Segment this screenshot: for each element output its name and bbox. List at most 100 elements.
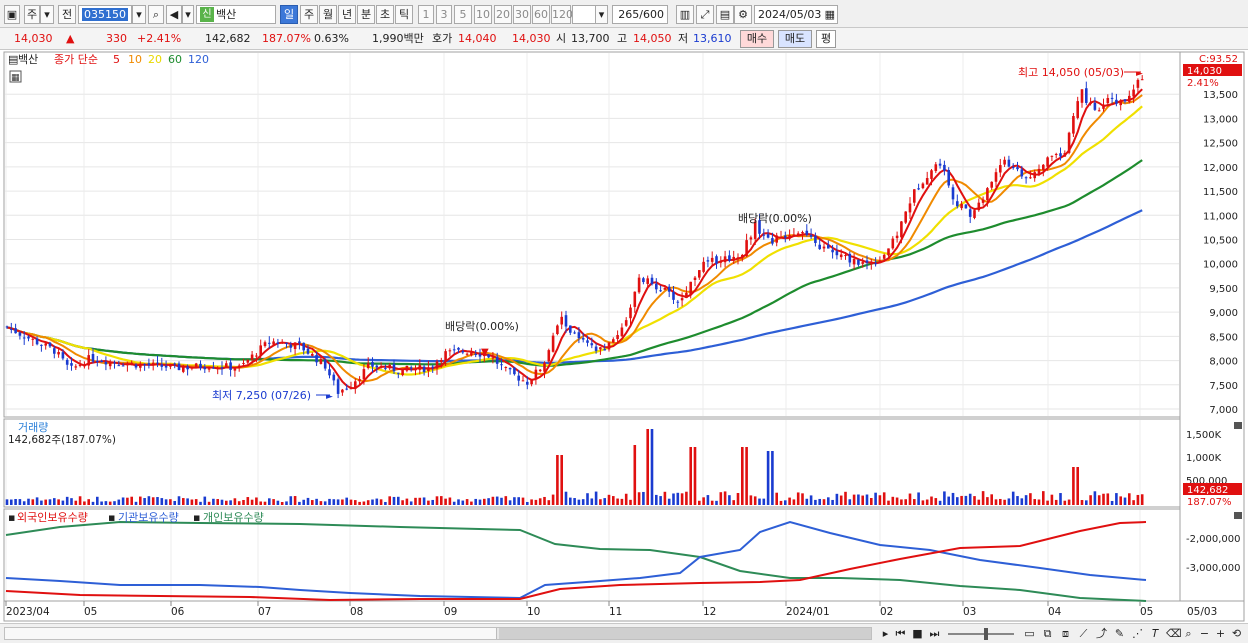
volume-bar <box>629 499 632 505</box>
period-week-tab[interactable]: 주 <box>300 5 318 24</box>
volume-bar <box>487 498 490 505</box>
interval-5[interactable]: 5 <box>454 5 472 24</box>
text-tool-icon[interactable]: 𝑇 <box>1148 626 1163 641</box>
zoom-out-icon[interactable]: − <box>1197 626 1212 641</box>
period-month-tab[interactable]: 월 <box>319 5 337 24</box>
candle-type-icon[interactable]: ▥ <box>676 5 694 24</box>
market-dropdown-icon[interactable]: ▾ <box>40 5 54 24</box>
market-select[interactable]: 주 <box>24 5 40 24</box>
save-icon[interactable]: ▤ <box>716 5 734 24</box>
candle-body <box>882 254 886 259</box>
volume-bar <box>500 497 503 505</box>
eval-button[interactable]: 평 <box>816 30 836 48</box>
x-axis-label: 05 <box>1140 606 1153 618</box>
eraser-icon[interactable]: ⌫ <box>1166 626 1182 641</box>
interval-30[interactable]: 30 <box>513 5 531 24</box>
scroll-right-icon[interactable]: ▸ <box>878 626 893 641</box>
candle-body <box>319 358 323 364</box>
price-tick-label: 8,500 <box>1209 332 1238 343</box>
volume-bar <box>328 498 331 505</box>
bar-count-input[interactable]: 265/600 <box>612 5 668 24</box>
volume-bar <box>1076 467 1079 505</box>
interval-20[interactable]: 20 <box>494 5 512 24</box>
zoom-slider-handle[interactable] <box>984 628 988 640</box>
stock-chart-svg[interactable]: ▤ 백산 종가 단순 5 10 20 60 120 ▦ C:93.52 14,0… <box>0 50 1248 623</box>
fibo-tool-icon[interactable]: ⋰ <box>1130 626 1145 641</box>
sell-button[interactable]: 매도 <box>778 30 812 48</box>
candle-body <box>581 338 585 340</box>
rewind-icon[interactable]: ⏮ <box>893 626 908 641</box>
speaker-dropdown-icon[interactable]: ▾ <box>182 5 194 24</box>
candle-body <box>934 164 938 172</box>
volume-bar <box>1020 498 1024 505</box>
volume-bar <box>805 498 809 505</box>
draw-tool-icon[interactable]: ✎ <box>1112 626 1127 641</box>
forward-icon[interactable]: ⏭ <box>927 626 942 641</box>
candle-body <box>302 342 305 351</box>
candle-body <box>508 367 512 370</box>
candle-body <box>1050 155 1054 157</box>
zoom-slider[interactable] <box>948 633 1014 635</box>
volume-bar <box>1063 500 1067 505</box>
volume-bar <box>169 499 172 505</box>
volume-bar <box>117 499 121 505</box>
zoom-in-icon[interactable]: + <box>1213 626 1228 641</box>
volume-bar <box>504 496 508 505</box>
magnify-icon[interactable]: ⌕ <box>1181 626 1196 641</box>
search-icon[interactable]: ⌕ <box>148 5 164 24</box>
holdings-panel-close-icon[interactable] <box>1234 512 1242 519</box>
reset-zoom-icon[interactable]: ⟲ <box>1229 626 1244 641</box>
code-dropdown-icon[interactable]: ▾ <box>132 5 146 24</box>
volume-bar <box>968 493 972 505</box>
chart-menu-icon[interactable]: ▤ <box>8 53 18 66</box>
interval-60[interactable]: 60 <box>532 5 550 24</box>
price-legend-name: 백산 <box>18 53 38 66</box>
stop-icon[interactable]: ■ <box>910 626 925 641</box>
volume-bar <box>108 501 112 505</box>
trend-tool-icon[interactable]: ⤴ <box>1094 626 1109 641</box>
period-second-tab[interactable]: 초 <box>376 5 394 24</box>
buy-button[interactable]: 매수 <box>740 30 774 48</box>
volume-bar <box>470 501 473 505</box>
candle-body <box>818 244 821 250</box>
volume-bar <box>212 498 215 505</box>
stock-code-input[interactable]: 035150 <box>78 5 132 24</box>
interval-1[interactable]: 1 <box>418 5 434 24</box>
candle-body <box>5 326 9 328</box>
volume-panel-close-icon[interactable] <box>1234 422 1242 429</box>
candle-body <box>1011 167 1015 169</box>
interval-dropdown-icon[interactable]: ▾ <box>595 5 608 24</box>
date-input[interactable]: 2024/05/03 ▦ <box>754 5 838 24</box>
volume-title: 거래량 <box>18 421 48 434</box>
stock-name-field[interactable]: 신 백산 <box>196 5 276 24</box>
prev-button[interactable]: 전 <box>58 5 76 24</box>
calendar-icon[interactable]: ▦ <box>825 6 835 23</box>
speaker-icon[interactable]: ◀ <box>166 5 182 24</box>
period-day-tab[interactable]: 일 <box>280 5 298 24</box>
interval-3[interactable]: 3 <box>436 5 452 24</box>
compare-icon[interactable]: ⧈ <box>1058 626 1073 641</box>
period-tick-tab[interactable]: 틱 <box>395 5 413 24</box>
interval-120[interactable]: 120 <box>551 5 573 24</box>
interval-10[interactable]: 10 <box>474 5 492 24</box>
candle-body <box>599 347 602 350</box>
volume-bar <box>925 499 929 505</box>
volume-bar <box>689 447 692 505</box>
indicator-icon[interactable]: ⤢ <box>696 5 714 24</box>
volume-bar <box>164 499 168 505</box>
volume-bar <box>1033 499 1036 505</box>
candle-body <box>788 235 791 239</box>
volume-bar <box>612 496 615 505</box>
settings-icon[interactable]: ⚙ <box>734 5 752 24</box>
crosshair-icon[interactable]: ▭ <box>1022 626 1037 641</box>
horizontal-scrollbar[interactable] <box>4 627 872 640</box>
scrollbar-thumb[interactable] <box>499 628 871 639</box>
window-icon[interactable]: ⧉ <box>1040 626 1055 641</box>
period-minute-tab[interactable]: 분 <box>357 5 375 24</box>
volume-bar <box>994 499 998 505</box>
line-tool-icon[interactable]: ⟋ <box>1076 626 1091 641</box>
volume-bar <box>121 497 125 505</box>
period-year-tab[interactable]: 년 <box>338 5 356 24</box>
volume-bar <box>431 499 434 505</box>
chart-menu-icon[interactable]: ▣ <box>4 5 20 24</box>
